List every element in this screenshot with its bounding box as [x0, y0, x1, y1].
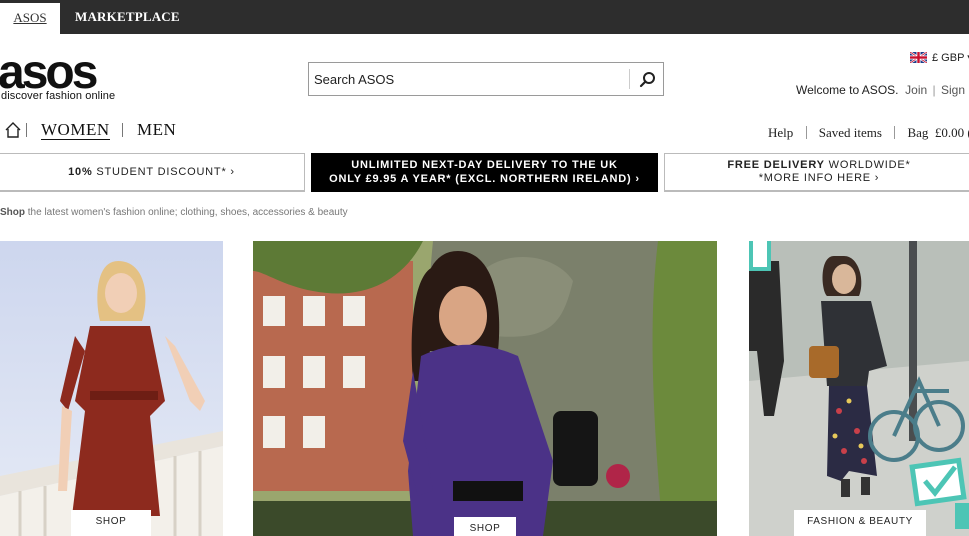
delivery-line-1: UNLIMITED NEXT-DAY DELIVERY TO THE UK — [351, 159, 618, 171]
bag-label: Bag — [907, 125, 929, 140]
asos-logo-mark: asos — [0, 52, 100, 92]
bag-link[interactable]: Bag £0.00 (0) — [907, 125, 969, 141]
hero-image-street-style — [749, 241, 969, 536]
welcome-divider: | — [932, 83, 936, 97]
hero-image-purple-jumper — [253, 241, 717, 536]
tab-marketplace[interactable]: MARKETPLACE — [75, 0, 180, 34]
utility-divider — [805, 126, 807, 139]
shop-tagline-bold: Shop — [0, 207, 25, 218]
join-link[interactable]: Join — [905, 83, 927, 97]
shop-tagline-text: the latest women's fashion online; cloth… — [25, 207, 348, 218]
utility-divider — [894, 126, 896, 139]
worldwide-more-info: *MORE INFO HERE › — [758, 172, 880, 184]
search-box — [308, 62, 664, 96]
hero-tile-purple-jumper[interactable]: SHOP — [253, 241, 717, 536]
worldwide-delivery-banner[interactable]: FREE DELIVERY WORLDWIDE* *MORE INFO HERE… — [664, 153, 969, 192]
student-discount-banner[interactable]: 10% STUDENT DISCOUNT* › — [0, 153, 305, 192]
search-icon — [639, 72, 655, 88]
home-icon[interactable] — [4, 121, 22, 139]
search-input[interactable] — [309, 63, 629, 95]
shop-button[interactable]: SHOP — [71, 510, 151, 536]
shop-button[interactable]: SHOP — [454, 517, 516, 536]
help-link[interactable]: Help — [768, 125, 793, 141]
shop-tagline: Shop the latest women's fashion online; … — [0, 207, 348, 218]
search-divider — [629, 69, 630, 89]
student-discount-percent: 10% — [68, 166, 93, 178]
worldwide-bold: FREE DELIVERY — [727, 159, 825, 171]
hero-tile-fashion-beauty[interactable]: FASHION & BEAUTY — [749, 241, 969, 536]
hero-tile-red-dress[interactable]: SHOP — [0, 241, 223, 536]
welcome-bar: Welcome to ASOS. Join | Sign In — [796, 83, 969, 97]
tab-asos[interactable]: ASOS — [0, 3, 60, 34]
nav-women[interactable]: WOMEN — [41, 120, 110, 140]
hero-image-red-dress — [0, 241, 223, 536]
currency-label: £ GBP ▾ — [932, 52, 969, 64]
asos-logo-wordmark: asos — [0, 52, 97, 92]
welcome-text: Welcome to ASOS. — [796, 83, 899, 97]
tab-asos-label: ASOS — [13, 10, 47, 25]
uk-flag-icon — [910, 52, 927, 63]
delivery-banner[interactable]: UNLIMITED NEXT-DAY DELIVERY TO THE UK ON… — [311, 153, 658, 192]
top-bar: ASOS MARKETPLACE — [0, 0, 969, 34]
asos-logo[interactable]: asos discover fashion online — [0, 52, 130, 102]
nav-divider — [26, 123, 27, 137]
logo-tagline: discover fashion online — [1, 90, 116, 102]
student-discount-text: STUDENT DISCOUNT* › — [92, 166, 235, 178]
saved-items-link[interactable]: Saved items — [819, 125, 882, 141]
worldwide-line-1: FREE DELIVERY WORLDWIDE* — [665, 159, 969, 172]
bag-total: £0.00 (0) — [934, 125, 969, 140]
delivery-line-2: ONLY £9.95 A YEAR* (EXCL. NORTHERN IRELA… — [329, 173, 640, 185]
sign-in-link[interactable]: Sign In — [941, 83, 969, 97]
nav-divider — [122, 123, 123, 137]
currency-selector[interactable]: £ GBP ▾ — [910, 51, 969, 64]
utility-nav: Help Saved items Bag £0.00 (0) — [768, 125, 969, 141]
nav-men[interactable]: MEN — [137, 120, 176, 139]
fashion-beauty-button[interactable]: FASHION & BEAUTY — [794, 510, 926, 536]
search-button[interactable] — [634, 67, 660, 93]
worldwide-text: WORLDWIDE* — [824, 159, 911, 171]
